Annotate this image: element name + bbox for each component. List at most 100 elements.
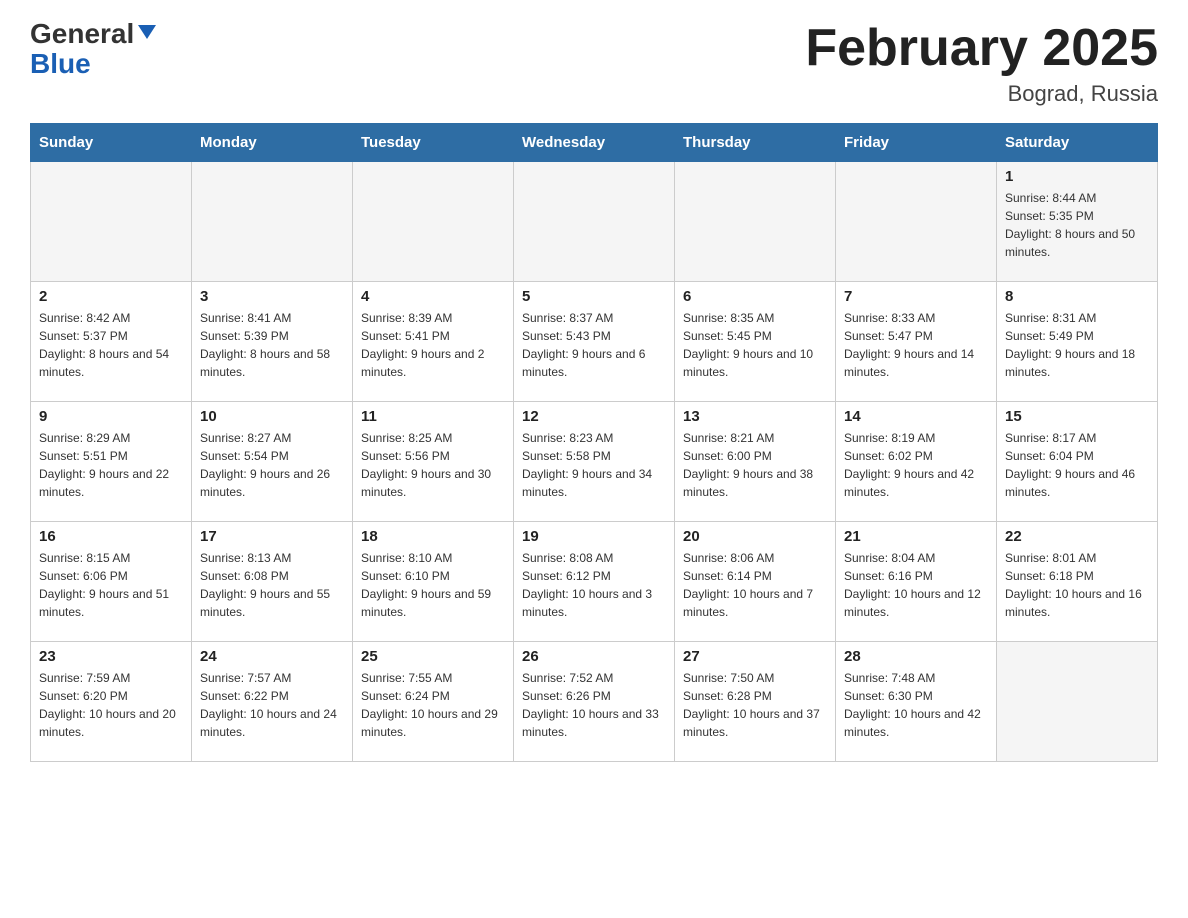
day-number: 9 xyxy=(39,408,183,425)
calendar-day-cell xyxy=(836,162,997,282)
calendar-day-cell: 5 Sunrise: 8:37 AMSunset: 5:43 PMDaylight… xyxy=(514,282,675,402)
day-info: Sunrise: 8:25 AMSunset: 5:56 PMDaylight:… xyxy=(361,429,505,501)
day-number: 28 xyxy=(844,648,988,665)
day-number: 21 xyxy=(844,528,988,545)
calendar-week-row: 2 Sunrise: 8:42 AMSunset: 5:37 PMDaylight… xyxy=(31,282,1158,402)
calendar-day-cell: 7Sunrise: 8:33 AMSunset: 5:47 PMDaylight… xyxy=(836,282,997,402)
day-number: 11 xyxy=(361,408,505,425)
day-number: 2 xyxy=(39,288,183,305)
calendar-week-row: 1 Sunrise: 8:44 AMSunset: 5:35 PMDaylight… xyxy=(31,162,1158,282)
day-info: Sunrise: 8:23 AMSunset: 5:58 PMDaylight:… xyxy=(522,429,666,501)
day-number: 17 xyxy=(200,528,344,545)
day-number: 22 xyxy=(1005,528,1149,545)
day-info: Sunrise: 8:08 AMSunset: 6:12 PMDaylight:… xyxy=(522,549,666,621)
day-info: Sunrise: 8:21 AMSunset: 6:00 PMDaylight:… xyxy=(683,429,827,501)
day-number: 12 xyxy=(522,408,666,425)
day-number: 4 xyxy=(361,288,505,305)
day-number: 3 xyxy=(200,288,344,305)
calendar-day-cell xyxy=(514,162,675,282)
day-number: 26 xyxy=(522,648,666,665)
day-info: Sunrise: 8:29 AMSunset: 5:51 PMDaylight:… xyxy=(39,429,183,501)
day-number: 8 xyxy=(1005,288,1149,305)
calendar-day-cell: 17 Sunrise: 8:13 AMSunset: 6:08 PMDayligh… xyxy=(192,522,353,642)
day-info: Sunrise: 8:13 AMSunset: 6:08 PMDaylight:… xyxy=(200,549,344,621)
day-number: 16 xyxy=(39,528,183,545)
calendar-week-row: 16 Sunrise: 8:15 AMSunset: 6:06 PMDayligh… xyxy=(31,522,1158,642)
page-header: General Blue February 2025 Bograd, Russi… xyxy=(30,20,1158,107)
day-info: Sunrise: 7:50 AMSunset: 6:28 PMDaylight:… xyxy=(683,669,827,741)
calendar-day-cell: 23 Sunrise: 7:59 AMSunset: 6:20 PMDayligh… xyxy=(31,642,192,762)
calendar-day-cell: 3 Sunrise: 8:41 AMSunset: 5:39 PMDaylight… xyxy=(192,282,353,402)
day-info: Sunrise: 8:37 AMSunset: 5:43 PMDaylight:… xyxy=(522,309,666,381)
day-info: Sunrise: 7:52 AMSunset: 6:26 PMDaylight:… xyxy=(522,669,666,741)
calendar-day-cell: 6Sunrise: 8:35 AMSunset: 5:45 PMDaylight… xyxy=(675,282,836,402)
day-info: Sunrise: 8:04 AMSunset: 6:16 PMDaylight:… xyxy=(844,549,988,621)
calendar-week-row: 23 Sunrise: 7:59 AMSunset: 6:20 PMDayligh… xyxy=(31,642,1158,762)
day-number: 18 xyxy=(361,528,505,545)
day-info: Sunrise: 8:17 AMSunset: 6:04 PMDaylight:… xyxy=(1005,429,1149,501)
calendar-day-cell: 14Sunrise: 8:19 AMSunset: 6:02 PMDayligh… xyxy=(836,402,997,522)
day-info: Sunrise: 8:41 AMSunset: 5:39 PMDaylight:… xyxy=(200,309,344,381)
calendar-day-cell: 27 Sunrise: 7:50 AMSunset: 6:28 PMDayligh… xyxy=(675,642,836,762)
day-number: 20 xyxy=(683,528,827,545)
day-info: Sunrise: 7:55 AMSunset: 6:24 PMDaylight:… xyxy=(361,669,505,741)
calendar-day-cell: 16 Sunrise: 8:15 AMSunset: 6:06 PMDayligh… xyxy=(31,522,192,642)
day-info: Sunrise: 7:57 AMSunset: 6:22 PMDaylight:… xyxy=(200,669,344,741)
day-info: Sunrise: 8:06 AMSunset: 6:14 PMDaylight:… xyxy=(683,549,827,621)
day-number: 13 xyxy=(683,408,827,425)
logo-text-blue: Blue xyxy=(30,48,91,80)
calendar-day-cell: 25 Sunrise: 7:55 AMSunset: 6:24 PMDayligh… xyxy=(353,642,514,762)
day-info: Sunrise: 8:15 AMSunset: 6:06 PMDaylight:… xyxy=(39,549,183,621)
calendar-day-cell: 26 Sunrise: 7:52 AMSunset: 6:26 PMDayligh… xyxy=(514,642,675,762)
calendar-day-cell xyxy=(31,162,192,282)
header-thursday: Thursday xyxy=(675,124,836,162)
calendar-day-cell: 13 Sunrise: 8:21 AMSunset: 6:00 PMDayligh… xyxy=(675,402,836,522)
month-title: February 2025 xyxy=(805,20,1158,77)
calendar-day-cell: 20 Sunrise: 8:06 AMSunset: 6:14 PMDayligh… xyxy=(675,522,836,642)
logo: General Blue xyxy=(30,20,158,80)
calendar-day-cell: 4 Sunrise: 8:39 AMSunset: 5:41 PMDaylight… xyxy=(353,282,514,402)
calendar-day-cell: 10Sunrise: 8:27 AMSunset: 5:54 PMDayligh… xyxy=(192,402,353,522)
day-info: Sunrise: 8:31 AMSunset: 5:49 PMDaylight:… xyxy=(1005,309,1149,381)
calendar-day-cell xyxy=(353,162,514,282)
calendar-day-cell: 22 Sunrise: 8:01 AMSunset: 6:18 PMDayligh… xyxy=(997,522,1158,642)
calendar-day-cell: 28Sunrise: 7:48 AMSunset: 6:30 PMDayligh… xyxy=(836,642,997,762)
calendar-day-cell: 9 Sunrise: 8:29 AMSunset: 5:51 PMDaylight… xyxy=(31,402,192,522)
header-wednesday: Wednesday xyxy=(514,124,675,162)
day-number: 10 xyxy=(200,408,344,425)
day-number: 14 xyxy=(844,408,988,425)
day-info: Sunrise: 8:33 AMSunset: 5:47 PMDaylight:… xyxy=(844,309,988,381)
title-area: February 2025 Bograd, Russia xyxy=(805,20,1158,107)
header-friday: Friday xyxy=(836,124,997,162)
header-saturday: Saturday xyxy=(997,124,1158,162)
calendar-day-cell xyxy=(997,642,1158,762)
day-number: 25 xyxy=(361,648,505,665)
day-info: Sunrise: 8:39 AMSunset: 5:41 PMDaylight:… xyxy=(361,309,505,381)
day-info: Sunrise: 8:44 AMSunset: 5:35 PMDaylight:… xyxy=(1005,189,1149,261)
calendar-day-cell: 19 Sunrise: 8:08 AMSunset: 6:12 PMDayligh… xyxy=(514,522,675,642)
header-monday: Monday xyxy=(192,124,353,162)
calendar-day-cell: 15 Sunrise: 8:17 AMSunset: 6:04 PMDayligh… xyxy=(997,402,1158,522)
calendar-day-cell: 21 Sunrise: 8:04 AMSunset: 6:16 PMDayligh… xyxy=(836,522,997,642)
logo-triangle-icon xyxy=(136,21,158,43)
day-number: 27 xyxy=(683,648,827,665)
header-sunday: Sunday xyxy=(31,124,192,162)
day-number: 15 xyxy=(1005,408,1149,425)
day-info: Sunrise: 7:59 AMSunset: 6:20 PMDaylight:… xyxy=(39,669,183,741)
day-number: 1 xyxy=(1005,168,1149,185)
day-info: Sunrise: 8:42 AMSunset: 5:37 PMDaylight:… xyxy=(39,309,183,381)
day-info: Sunrise: 8:10 AMSunset: 6:10 PMDaylight:… xyxy=(361,549,505,621)
day-info: Sunrise: 8:01 AMSunset: 6:18 PMDaylight:… xyxy=(1005,549,1149,621)
calendar-header-row: Sunday Monday Tuesday Wednesday Thursday… xyxy=(31,124,1158,162)
day-number: 23 xyxy=(39,648,183,665)
calendar-table: Sunday Monday Tuesday Wednesday Thursday… xyxy=(30,123,1158,762)
calendar-week-row: 9 Sunrise: 8:29 AMSunset: 5:51 PMDaylight… xyxy=(31,402,1158,522)
calendar-day-cell: 1 Sunrise: 8:44 AMSunset: 5:35 PMDaylight… xyxy=(997,162,1158,282)
day-number: 24 xyxy=(200,648,344,665)
day-number: 5 xyxy=(522,288,666,305)
calendar-day-cell: 18 Sunrise: 8:10 AMSunset: 6:10 PMDayligh… xyxy=(353,522,514,642)
day-number: 19 xyxy=(522,528,666,545)
calendar-day-cell: 11 Sunrise: 8:25 AMSunset: 5:56 PMDayligh… xyxy=(353,402,514,522)
day-number: 6 xyxy=(683,288,827,305)
calendar-day-cell: 2 Sunrise: 8:42 AMSunset: 5:37 PMDaylight… xyxy=(31,282,192,402)
